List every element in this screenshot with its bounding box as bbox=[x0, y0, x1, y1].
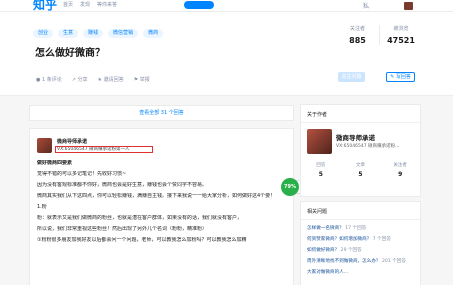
nav-item-home[interactable]: 首页 bbox=[63, 1, 73, 8]
topic-tag[interactable]: 微信营销 bbox=[108, 29, 139, 38]
stat-label: 关注者 bbox=[393, 163, 407, 168]
report-button[interactable]: ⚑ 举报 bbox=[134, 76, 150, 83]
answer-paragraph: 觉得不错的可以多记笔记！先收好习惯~ bbox=[37, 171, 127, 177]
write-answer-label: 写回答 bbox=[395, 74, 411, 80]
divider bbox=[301, 122, 420, 123]
author-stats: 回答 5 文章 5 关注者 9 bbox=[301, 162, 420, 178]
answer-paragraph: 1.粉 bbox=[37, 204, 47, 210]
question-stats: 关注者 885 被浏览 47521 bbox=[336, 25, 422, 45]
stat-value: 5 bbox=[358, 171, 363, 178]
answer-paragraph: 微商其实我们从下这四点，你可以轻松赚钱，满赚自主钱。接下来我说一一给大家分析，如… bbox=[37, 193, 276, 199]
author-bio: VX:65046547 微商赚承诺粉第一人 bbox=[55, 146, 153, 153]
author-avatar[interactable] bbox=[37, 138, 52, 153]
topic-tag[interactable]: 生意 bbox=[58, 29, 79, 38]
topic-tag[interactable]: 创业 bbox=[33, 29, 54, 38]
question-header: 创业 生意 赚钱 微信营销 微商 怎么做好微商？ 关注者 885 被浏览 475… bbox=[0, 12, 453, 96]
write-answer-button[interactable]: ✎ 写回答 bbox=[386, 72, 415, 82]
views-stat: 被浏览 47521 bbox=[379, 25, 422, 45]
stat-label: 关注者 bbox=[349, 26, 365, 32]
card-title: 关于作者 bbox=[307, 112, 328, 118]
related-question-link[interactable]: 怎样做一名微商？ 17 个回答 bbox=[307, 226, 419, 232]
share-label: 分享 bbox=[77, 77, 88, 83]
answer-count: 17 个回答 bbox=[345, 226, 367, 231]
author-name[interactable]: 微商导师承诺 bbox=[336, 132, 375, 142]
search-button[interactable] bbox=[184, 1, 214, 9]
articles-stat[interactable]: 文章 5 bbox=[341, 162, 381, 178]
top-navigation-bar: 知乎 首页 发现 等你来答 私 bbox=[0, 0, 453, 12]
related-questions-card: 相关问题 怎样做一名微商？ 17 个回答 何资赞家微商？如何增加微商？ 7 个回… bbox=[300, 201, 421, 285]
invite-button[interactable]: ★ 邀请回答 bbox=[98, 76, 124, 83]
answer-paragraph: 粉：就表示又是我们做微商的粉丝，也就是潜在客户群体，如果没有的话，我们就没有客户… bbox=[37, 215, 243, 221]
memory-usage-circle[interactable]: 79% bbox=[281, 178, 299, 196]
topic-tag[interactable]: 赚钱 bbox=[83, 29, 104, 38]
related-question-link[interactable]: 大家对做微商的人... bbox=[307, 270, 419, 276]
answer-card: 微商导师承诺 VX:65046547 微商赚承诺粉第一人 做好微商四要素 觉得不… bbox=[29, 128, 294, 285]
related-question-link[interactable]: 周外清晰地找不到做微商，怎么办？ 201 个回答 bbox=[307, 259, 419, 265]
answers-stat[interactable]: 回答 5 bbox=[301, 162, 341, 178]
answer-body: 做好微商四要素 觉得不错的可以多记笔记！先收好习惯~ 因为没有客观标准都不你好，… bbox=[37, 160, 289, 248]
stat-label: 被浏览 bbox=[393, 26, 409, 32]
answer-count: 29 个回答 bbox=[340, 248, 362, 253]
comment-label: 1 条评论 bbox=[41, 77, 62, 83]
view-all-answers-link[interactable]: 查看全部 31 个回答 bbox=[29, 105, 294, 121]
related-question-text: 大家对做微商的人... bbox=[307, 270, 349, 275]
stat-value: 885 bbox=[349, 36, 366, 45]
nav-item-waiting-answers[interactable]: 等你来答 bbox=[97, 1, 117, 8]
message-icon[interactable]: 私 bbox=[363, 1, 373, 10]
related-question-text: 周外清晰地找不到做微商，怎么办？ bbox=[307, 259, 381, 264]
author-bio: VX:65046547 微商赚承诺粉... bbox=[336, 144, 400, 149]
answer-paragraph: 做好微商四要素 bbox=[37, 160, 73, 166]
stat-label: 文章 bbox=[356, 163, 365, 168]
nav-item-explore[interactable]: 发现 bbox=[80, 1, 90, 8]
related-question-text: 如何做好微商？ bbox=[307, 248, 340, 253]
stat-value: 9 bbox=[398, 171, 403, 178]
follow-question-button[interactable]: 关注问题 bbox=[338, 72, 365, 82]
divider bbox=[301, 219, 420, 220]
question-title: 怎么做好微商？ bbox=[35, 48, 105, 59]
related-question-text: 何资赞家微商？如何增加微商？ bbox=[307, 237, 372, 242]
topic-tag[interactable]: 微商 bbox=[143, 29, 164, 38]
author-name[interactable]: 微商导师承诺 bbox=[57, 138, 87, 145]
stat-label: 回答 bbox=[316, 163, 326, 168]
answer-paragraph: 所以说，我们非常重视这些粉丝！然后出现了另外几个名词（粉粉，精准粉） bbox=[37, 226, 208, 232]
author-avatar[interactable] bbox=[307, 129, 332, 154]
user-avatar[interactable] bbox=[404, 2, 413, 10]
invite-label: 邀请回答 bbox=[103, 77, 124, 83]
card-title: 相关问题 bbox=[307, 209, 328, 215]
question-topics: 创业 生意 赚钱 微信营销 微商 bbox=[33, 29, 164, 38]
answer-paragraph: 因为没有客观标准都不你好，微商也会是好生意，赚钱也会个赞同字不容易。 bbox=[37, 182, 208, 188]
followers-stat[interactable]: 关注者 9 bbox=[380, 162, 420, 178]
related-question-link[interactable]: 如何做好微商？ 29 个回答 bbox=[307, 248, 419, 254]
answer-count: 7 个回答 bbox=[372, 237, 391, 242]
report-label: 举报 bbox=[139, 77, 150, 83]
share-button[interactable]: ↗ 分享 bbox=[72, 76, 88, 83]
main-nav: 首页 发现 等你来答 bbox=[63, 1, 117, 8]
related-question-link[interactable]: 何资赞家微商？如何增加微商？ 7 个回答 bbox=[307, 237, 419, 243]
answer-count: 201 个回答 bbox=[381, 259, 406, 264]
stat-value: 47521 bbox=[387, 36, 415, 45]
followers-stat: 关注者 885 bbox=[336, 25, 379, 45]
related-questions-list: 怎样做一名微商？ 17 个回答 何资赞家微商？如何增加微商？ 7 个回答 如何做… bbox=[307, 226, 419, 281]
comment-button[interactable]: ● 1 条评论 bbox=[36, 76, 62, 83]
about-author-card: 关于作者 微商导师承诺 VX:65046547 微商赚承诺粉... 回答 5 文… bbox=[300, 104, 421, 197]
answer-paragraph: ①粉粉很多朋友加我好友以后都会问一个问题，老师，可以教我怎么加粉吗？可以教我怎么… bbox=[37, 237, 247, 243]
related-question-text: 怎样做一名微商？ bbox=[307, 226, 344, 231]
stat-value: 5 bbox=[318, 171, 323, 178]
question-actions: ● 1 条评论 ↗ 分享 ★ 邀请回答 ⚑ 举报 bbox=[36, 76, 150, 83]
